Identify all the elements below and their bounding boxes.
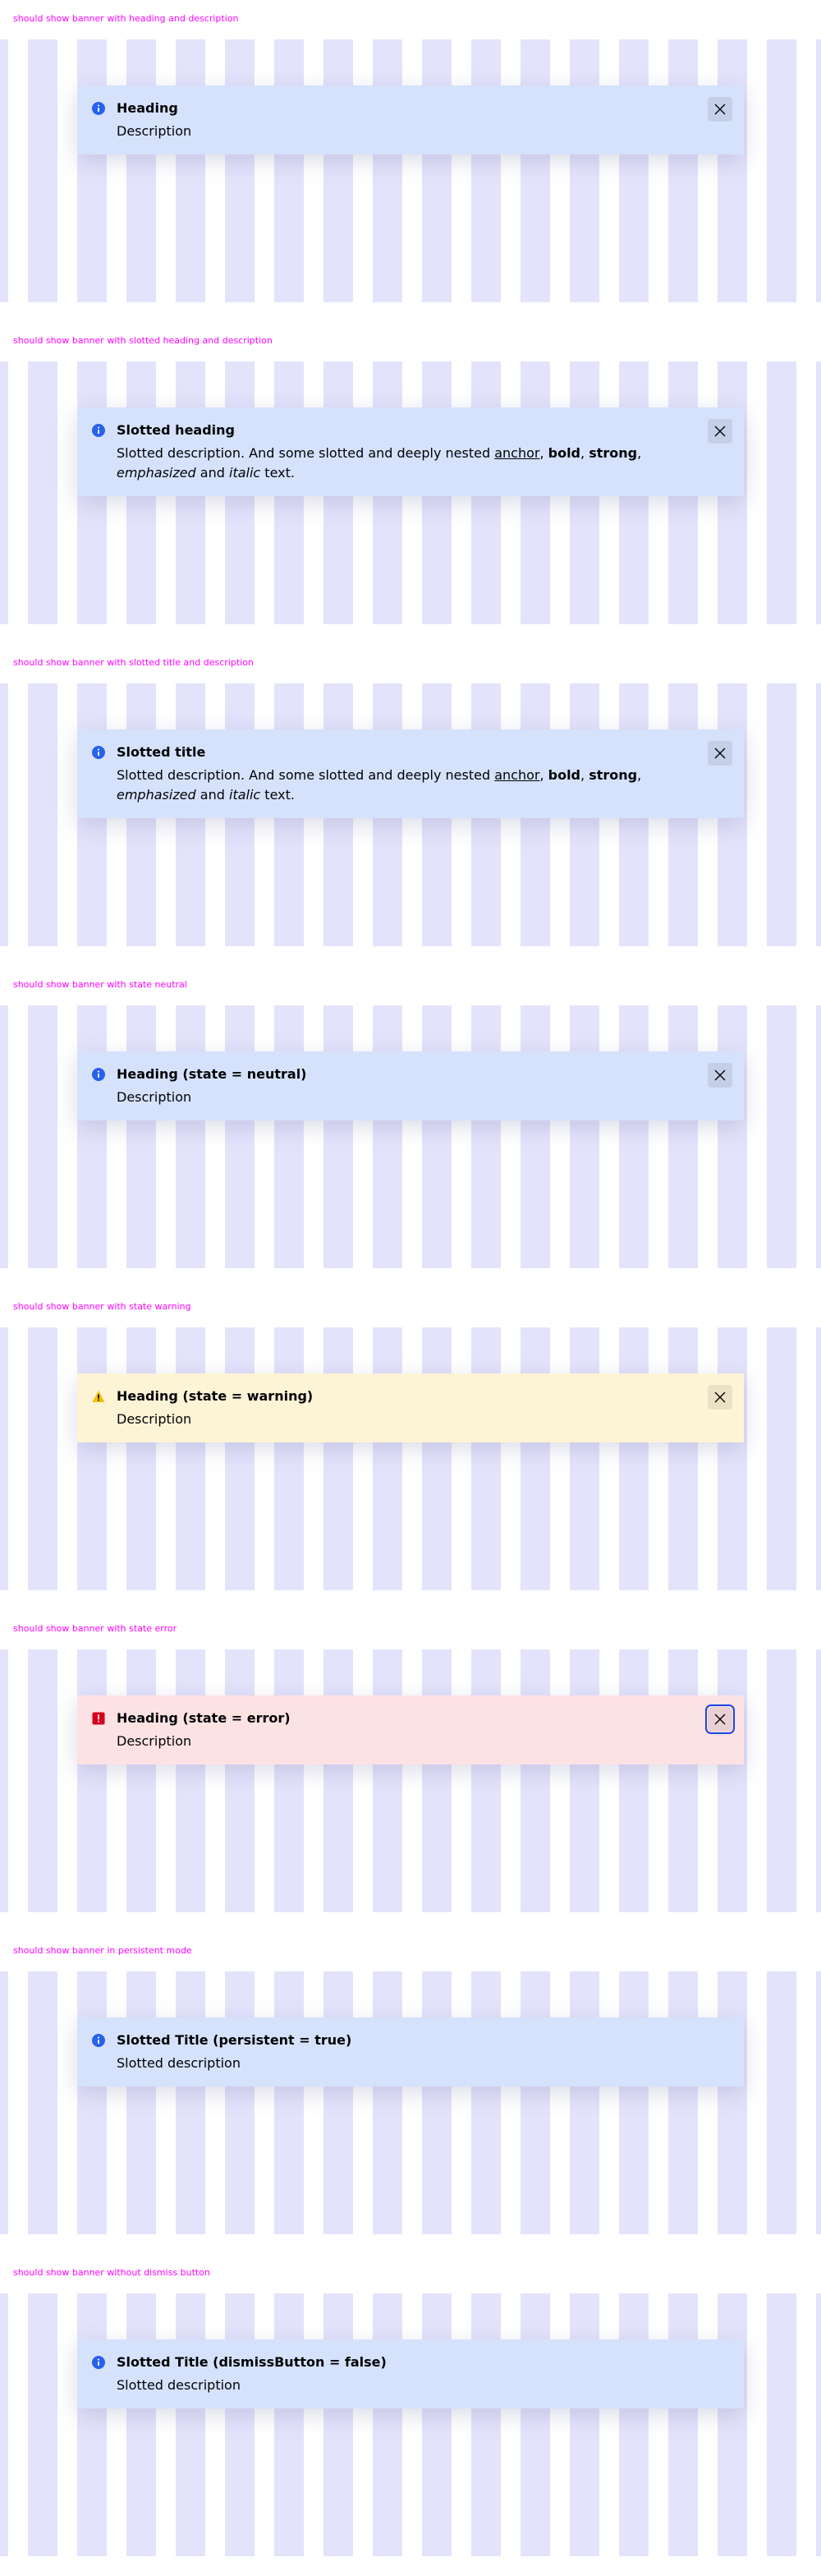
italic-text: italic xyxy=(229,465,261,481)
information-icon xyxy=(92,2034,105,2047)
banner: Heading (state = warning) Description xyxy=(77,1373,744,1442)
banner-heading: Slotted heading xyxy=(117,422,235,438)
grid-background xyxy=(0,2293,821,2556)
close-icon xyxy=(714,748,726,759)
story-section: should show banner with state warning He… xyxy=(0,1288,821,1610)
dismiss-button[interactable] xyxy=(708,1385,732,1410)
banner: Heading (state = error) Description xyxy=(77,1695,744,1764)
dismiss-button[interactable] xyxy=(708,419,732,444)
strong-text: strong xyxy=(589,445,638,461)
dismiss-button[interactable] xyxy=(708,97,732,122)
banner-heading: Slotted title xyxy=(117,744,206,760)
description-text: , xyxy=(539,767,548,783)
description-text: and xyxy=(195,787,229,803)
nested-anchor-link[interactable]: anchor xyxy=(494,445,539,461)
description-text: , xyxy=(637,767,642,783)
banner-description: Slotted description. And some slotted an… xyxy=(117,766,695,805)
banner: Slotted Title (persistent = true) Slotte… xyxy=(77,2017,744,2086)
dismiss-button[interactable] xyxy=(705,1704,735,1734)
banner: Heading Description xyxy=(77,85,744,154)
banner-description: Slotted description xyxy=(117,2377,241,2393)
description-text: Slotted description. And some slotted an… xyxy=(117,767,495,783)
grid-background xyxy=(0,1649,821,1912)
banner: Slotted heading Slotted description. And… xyxy=(77,407,744,496)
section-label: should show banner with slotted heading … xyxy=(13,335,273,346)
story-section: should show banner with slotted heading … xyxy=(0,322,821,644)
information-icon xyxy=(92,2356,105,2369)
bold-text: bold xyxy=(548,445,581,461)
banner-heading: Slotted Title (dismissButton = false) xyxy=(117,2354,387,2370)
grid-background xyxy=(0,1005,821,1268)
grid-background xyxy=(0,1327,821,1590)
grid-background xyxy=(0,39,821,302)
close-icon xyxy=(714,104,726,115)
banner-description: Description xyxy=(117,123,192,139)
dismiss-button[interactable] xyxy=(708,1063,732,1088)
banner-heading: Slotted Title (persistent = true) xyxy=(117,2032,352,2048)
banner-heading: Heading xyxy=(117,100,178,116)
close-icon xyxy=(714,1070,726,1081)
description-text: , xyxy=(580,767,589,783)
information-icon xyxy=(92,102,105,115)
banner-heading: Heading (state = error) xyxy=(117,1710,291,1726)
banner-heading: Heading (state = warning) xyxy=(117,1388,314,1404)
information-icon xyxy=(92,424,105,437)
story-section: should show banner without dismiss butto… xyxy=(0,2254,821,2576)
close-icon xyxy=(714,1714,726,1725)
warning-icon xyxy=(92,1390,105,1402)
banner-description: Description xyxy=(117,1733,192,1749)
description-text: text. xyxy=(260,787,295,803)
close-icon xyxy=(714,426,726,437)
nested-anchor-link[interactable]: anchor xyxy=(494,767,539,783)
description-text: Slotted description. And some slotted an… xyxy=(117,445,495,461)
banner-description: Description xyxy=(117,1089,192,1105)
error-icon xyxy=(92,1712,105,1725)
section-label: should show banner with slotted title an… xyxy=(13,657,254,668)
emphasized-text: emphasized xyxy=(117,465,196,481)
description-text: , xyxy=(539,445,548,461)
emphasized-text: emphasized xyxy=(117,787,196,803)
banner-description: Slotted description xyxy=(117,2055,241,2071)
bold-text: bold xyxy=(548,767,581,783)
italic-text: italic xyxy=(229,787,261,803)
section-label: should show banner with state error xyxy=(13,1623,177,1634)
story-section: should show banner with slotted title an… xyxy=(0,644,821,966)
banner: Slotted Title (dismissButton = false) Sl… xyxy=(77,2339,744,2408)
description-text: , xyxy=(580,445,589,461)
story-section: should show banner with state error Head… xyxy=(0,1610,821,1932)
story-section: should show banner in persistent mode Sl… xyxy=(0,1932,821,2254)
strong-text: strong xyxy=(589,767,638,783)
description-text: and xyxy=(195,465,229,481)
banner-heading: Heading (state = neutral) xyxy=(117,1066,307,1082)
section-label: should show banner with state neutral xyxy=(13,979,187,990)
banner-description: Description xyxy=(117,1411,192,1427)
grid-background xyxy=(0,1971,821,2234)
section-label: should show banner with state warning xyxy=(13,1301,191,1312)
description-text: , xyxy=(637,445,642,461)
section-label: should show banner without dismiss butto… xyxy=(13,2267,210,2278)
close-icon xyxy=(714,1392,726,1403)
banner: Slotted title Slotted description. And s… xyxy=(77,729,744,818)
banner: Heading (state = neutral) Description xyxy=(77,1051,744,1120)
story-section: should show banner with state neutral He… xyxy=(0,966,821,1288)
dismiss-button[interactable] xyxy=(708,741,732,766)
description-text: text. xyxy=(260,465,295,481)
information-icon xyxy=(92,1068,105,1081)
story-section: should show banner with heading and desc… xyxy=(0,0,821,322)
section-label: should show banner in persistent mode xyxy=(13,1945,192,1956)
information-icon xyxy=(92,746,105,759)
banner-description: Slotted description. And some slotted an… xyxy=(117,444,695,483)
section-label: should show banner with heading and desc… xyxy=(13,13,239,24)
